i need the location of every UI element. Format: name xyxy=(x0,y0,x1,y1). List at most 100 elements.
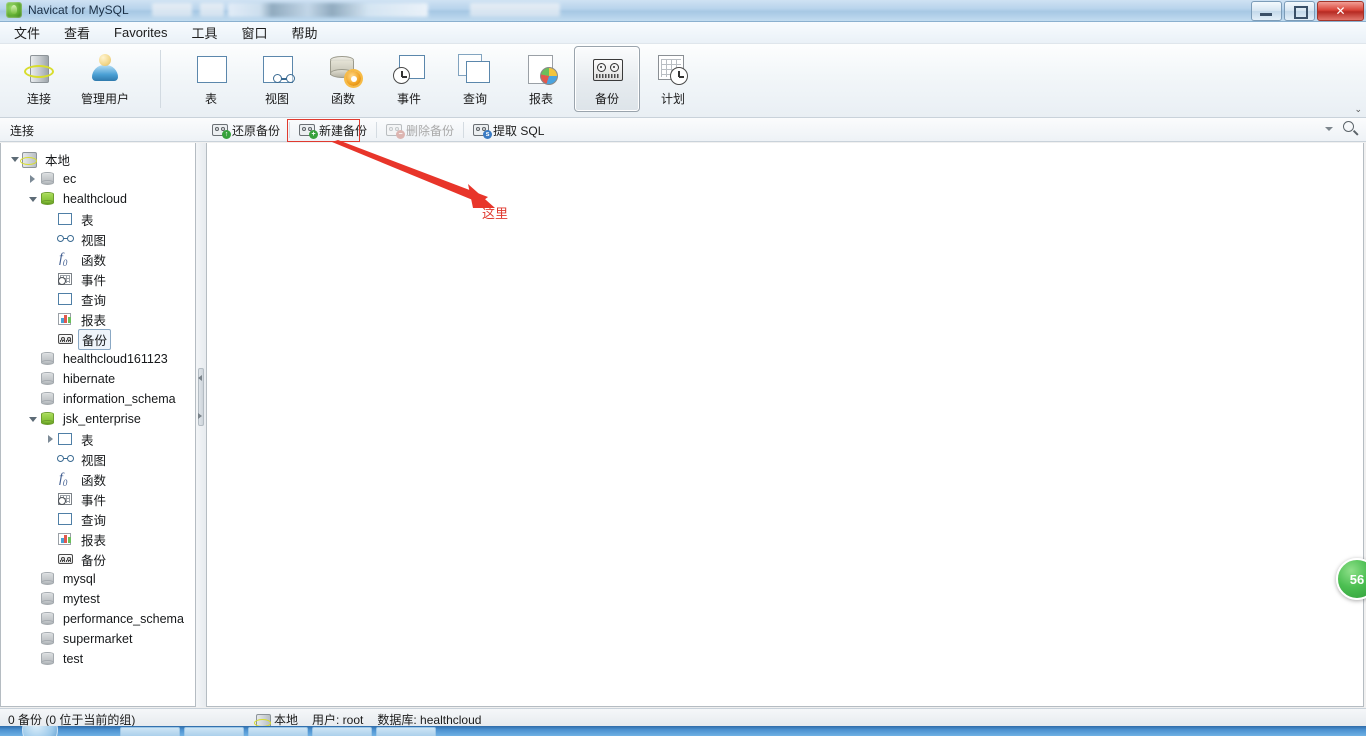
database-gray-icon xyxy=(39,611,56,627)
restore-backup-label: 还原备份 xyxy=(232,123,281,138)
start-orb-icon[interactable] xyxy=(22,726,58,736)
function-icon: f0 xyxy=(59,251,68,268)
object-tree: 本地 ec healthcloud 表视图 f0 函数 事件 查询 报表 备份 healthclou… xyxy=(1,143,195,669)
toolbar-query-button[interactable]: 查询 xyxy=(442,46,508,112)
tree-node[interactable]: information_schema xyxy=(1,389,195,409)
tree-node[interactable]: supermarket xyxy=(1,629,195,649)
restore-button[interactable] xyxy=(1284,1,1315,21)
tree-node[interactable]: 报表 xyxy=(1,309,195,329)
tree-node[interactable]: 事件 xyxy=(1,489,195,509)
object-tree-panel[interactable]: 本地 ec healthcloud 表视图 f0 函数 事件 查询 报表 备份 healthclou… xyxy=(0,143,196,707)
tree-node-label: 事件 xyxy=(81,493,107,508)
cassette-sql-icon: s xyxy=(473,123,493,139)
tree-node[interactable]: hibernate xyxy=(1,369,195,389)
toolbar-table-button[interactable]: 表 xyxy=(178,46,244,112)
tree-node[interactable]: jsk_enterprise xyxy=(1,409,195,429)
tree-node[interactable]: 表 xyxy=(1,209,195,229)
taskbar-item[interactable] xyxy=(312,727,372,736)
tree-node-label: 查询 xyxy=(81,293,107,308)
secondary-toolbar: 连接 ↑ 还原备份 + 新建备份 − 删除备份 s 提取 SQL xyxy=(0,118,1366,142)
panel-splitter[interactable] xyxy=(196,143,206,707)
menu-file[interactable]: 文件 xyxy=(8,21,46,44)
tree-node[interactable]: 视图 xyxy=(1,229,195,249)
chevron-down-icon[interactable] xyxy=(27,409,39,429)
tree-node[interactable]: 查询 xyxy=(1,509,195,529)
chevron-down-icon[interactable] xyxy=(27,189,39,209)
tree-node[interactable]: f0 函数 xyxy=(1,249,195,269)
tree-node[interactable]: 备份 xyxy=(1,549,195,569)
tree-node[interactable]: performance_schema xyxy=(1,609,195,629)
tree-node[interactable]: healthcloud xyxy=(1,189,195,209)
tree-node-label: supermarket xyxy=(63,632,133,646)
chevron-down-icon[interactable] xyxy=(9,149,21,169)
tree-node[interactable]: 备份 xyxy=(1,328,195,350)
splitter-collapse-left-icon[interactable] xyxy=(198,375,202,381)
taskbar-item[interactable] xyxy=(248,727,308,736)
tree-node[interactable]: healthcloud161123 xyxy=(1,349,195,369)
cassette-minus-icon: − xyxy=(386,123,406,139)
minimize-button[interactable] xyxy=(1251,1,1282,21)
menu-help[interactable]: 帮助 xyxy=(286,21,324,44)
chevron-right-icon[interactable] xyxy=(27,169,39,189)
tree-node-label: 事件 xyxy=(81,273,107,288)
restore-backup-button[interactable]: ↑ 还原备份 xyxy=(205,120,287,140)
toolbar-manage-users-label: 管理用户 xyxy=(80,92,129,106)
main-toolbar: 连接 管理用户 表 视图 函数 事件 查询 报表 备份 计划 ⌄ xyxy=(0,44,1366,118)
taskbar-item[interactable] xyxy=(184,727,244,736)
backup-list-area[interactable] xyxy=(206,143,1364,707)
search-icon[interactable] xyxy=(1343,121,1359,136)
taskbar-item[interactable] xyxy=(120,727,180,736)
tree-node[interactable]: 查询 xyxy=(1,289,195,309)
toolbar-report-button[interactable]: 报表 xyxy=(508,46,574,112)
menu-tools[interactable]: 工具 xyxy=(186,21,224,44)
navicat-icon xyxy=(6,2,22,18)
report-icon xyxy=(57,311,74,327)
report-icon xyxy=(524,52,558,86)
extract-sql-button[interactable]: s 提取 SQL xyxy=(466,120,551,140)
event-icon xyxy=(392,52,426,86)
tree-node[interactable]: test xyxy=(1,649,195,669)
connection-icon xyxy=(254,713,271,730)
taskbar-item[interactable] xyxy=(376,727,436,736)
close-button[interactable]: ✕ xyxy=(1317,1,1364,21)
query-icon xyxy=(57,291,74,307)
splitter-collapse-right-icon[interactable] xyxy=(198,413,202,419)
new-backup-button[interactable]: + 新建备份 xyxy=(292,120,374,140)
menu-view[interactable]: 查看 xyxy=(58,21,96,44)
chevron-down-icon[interactable] xyxy=(1325,126,1333,131)
tree-node[interactable]: mytest xyxy=(1,589,195,609)
tree-node-label: 报表 xyxy=(81,313,107,328)
toolbar-connection-button[interactable]: 连接 xyxy=(6,46,72,112)
menu-window[interactable]: 窗口 xyxy=(236,21,274,44)
table-icon xyxy=(57,431,74,447)
tree-node[interactable]: f0 函数 xyxy=(1,469,195,489)
tree-node[interactable]: 视图 xyxy=(1,449,195,469)
extract-sql-label: 提取 SQL xyxy=(493,123,545,138)
tree-node[interactable]: 事件 xyxy=(1,269,195,289)
toolbar-backup-button[interactable]: 备份 xyxy=(574,46,640,112)
toolbar-event-button[interactable]: 事件 xyxy=(376,46,442,112)
new-backup-label: 新建备份 xyxy=(319,123,368,138)
toolbar-function-button[interactable]: 函数 xyxy=(310,46,376,112)
toolbar-separator xyxy=(160,50,161,108)
tree-node[interactable]: 表 xyxy=(1,429,195,449)
tree-node-label: 函数 xyxy=(81,473,107,488)
toolbar-schedule-button[interactable]: 计划 xyxy=(640,46,706,112)
tree-node[interactable]: ec xyxy=(1,169,195,189)
menu-favorites[interactable]: Favorites xyxy=(108,23,173,42)
chevron-right-icon[interactable] xyxy=(45,429,57,449)
tree-node[interactable]: 报表 xyxy=(1,529,195,549)
window-title: Navicat for MySQL xyxy=(28,3,129,17)
toolbar-manage-users-button[interactable]: 管理用户 xyxy=(72,46,138,112)
toolbar-overflow-icon[interactable]: ⌄ xyxy=(1354,104,1362,115)
tree-node[interactable]: mysql xyxy=(1,569,195,589)
toolbar-view-button[interactable]: 视图 xyxy=(244,46,310,112)
backup-icon xyxy=(57,331,74,347)
tree-node[interactable]: 本地 xyxy=(1,149,195,169)
